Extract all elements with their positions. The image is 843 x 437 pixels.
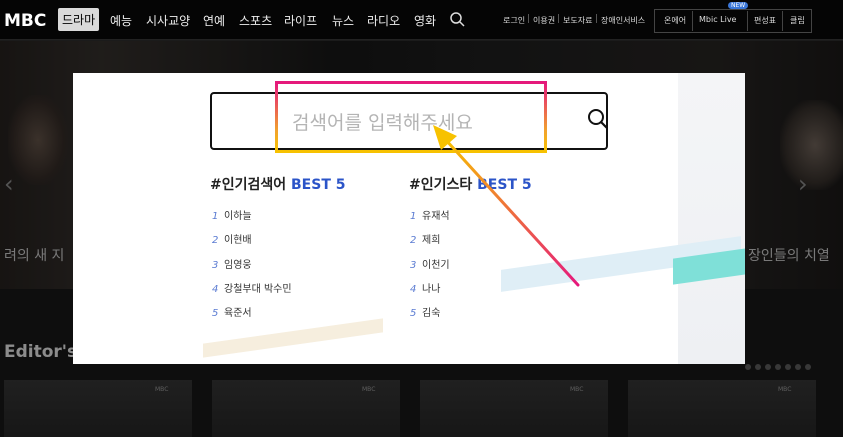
nav-item-movie[interactable]: 영화 bbox=[414, 12, 436, 29]
voucher-link[interactable]: 이용권 bbox=[533, 15, 555, 26]
new-badge: NEW bbox=[728, 2, 749, 9]
press-link[interactable]: 보도자료 bbox=[563, 15, 592, 26]
top-navigation: MBC 드라마 예능 시사교양 연예 스포츠 라이프 뉴스 라디오 영화 로그인… bbox=[0, 0, 843, 40]
mbc-logo[interactable]: MBC bbox=[4, 11, 46, 31]
schedule-button[interactable]: 편성표 bbox=[754, 15, 776, 26]
nav-item-celebrity[interactable]: 연예 bbox=[203, 12, 225, 29]
clip-button[interactable]: 클립 bbox=[790, 15, 805, 26]
nav-item-life[interactable]: 라이프 bbox=[284, 12, 317, 29]
login-link[interactable]: 로그인 bbox=[503, 15, 525, 26]
nav-item-radio[interactable]: 라디오 bbox=[367, 12, 400, 29]
search-modal: #인기검색어 BEST 5 1이하늘 2이현배 3임영웅 4강철부대 박수민 5… bbox=[73, 73, 745, 364]
search-icon[interactable] bbox=[450, 12, 465, 31]
nav-item-sports[interactable]: 스포츠 bbox=[239, 12, 272, 29]
nav-item-current-affairs[interactable]: 시사교양 bbox=[146, 12, 190, 29]
nav-item-drama[interactable]: 드라마 bbox=[58, 8, 100, 31]
accessibility-link[interactable]: 장애인서비스 bbox=[601, 15, 645, 26]
annotation-arrow bbox=[433, 125, 580, 287]
nav-item-entertainment[interactable]: 예능 bbox=[110, 12, 132, 29]
nav-item-news[interactable]: 뉴스 bbox=[332, 12, 354, 29]
onair-button[interactable]: 온에어 bbox=[664, 15, 686, 26]
mbic-live-button[interactable]: Mbic Live bbox=[699, 15, 736, 24]
